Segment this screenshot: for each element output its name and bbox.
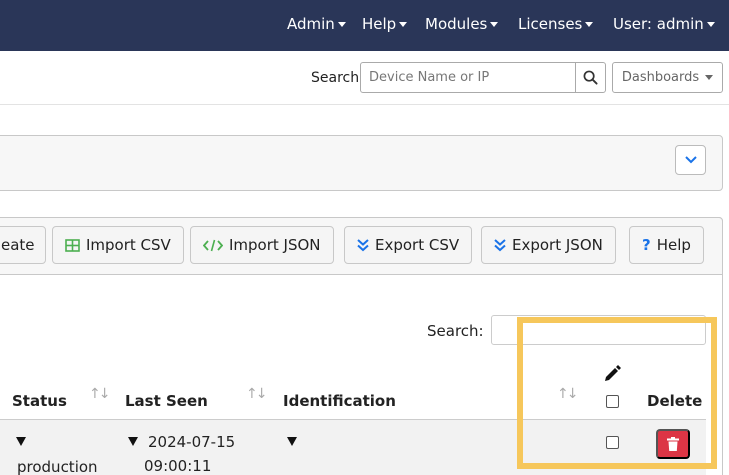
import-csv-label: Import CSV [86, 236, 171, 254]
sort-icon[interactable]: ↑↓ [246, 386, 268, 402]
nav-help-label: Help [362, 15, 397, 33]
nav-help-menu[interactable]: Help [362, 15, 408, 33]
table-search-label: Search: [427, 322, 484, 340]
search-icon [583, 70, 598, 85]
nav-user-menu[interactable]: User: admin [613, 15, 715, 33]
select-all-checkbox[interactable] [606, 395, 619, 408]
caret-down-icon [337, 22, 346, 27]
export-json-button[interactable]: Export JSON [481, 226, 616, 264]
double-chevron-down-icon [494, 239, 506, 252]
table-search-input[interactable] [491, 315, 706, 345]
sort-icon[interactable]: ↑↓ [89, 386, 111, 402]
nav-admin-label: Admin [287, 15, 335, 33]
nav-user-label: User: admin [613, 15, 704, 33]
last-seen-date: 2024-07-15 [148, 433, 236, 451]
nav-licenses-label: Licenses [518, 15, 583, 33]
double-chevron-down-icon [357, 239, 369, 252]
column-header-identification[interactable]: Identification [283, 392, 396, 410]
last-seen-time: 09:00:11 [144, 457, 212, 475]
table-icon [65, 238, 80, 252]
delete-row-button[interactable] [656, 429, 690, 459]
trash-icon [667, 437, 679, 451]
pencil-icon[interactable] [603, 363, 623, 383]
search-button[interactable] [575, 62, 606, 93]
expand-panel-button[interactable] [675, 145, 706, 175]
import-json-label: Import JSON [229, 236, 321, 254]
sort-icon[interactable]: ↑↓ [557, 386, 579, 402]
row-select-checkbox[interactable] [606, 436, 619, 449]
code-icon [203, 239, 223, 251]
create-button[interactable]: eate [0, 226, 46, 264]
column-header-status[interactable]: Status [12, 392, 67, 410]
nav-modules-label: Modules [425, 15, 488, 33]
table-row [0, 420, 706, 475]
export-csv-button[interactable]: Export CSV [344, 226, 473, 264]
collapsed-panel [0, 135, 723, 191]
top-navbar: Admin Help Modules Licenses User: admin [0, 0, 729, 51]
help-button[interactable]: ? Help [629, 226, 704, 264]
caret-down-icon [705, 75, 714, 80]
caret-down-icon [490, 22, 499, 27]
dashboards-label: Dashboards [621, 70, 700, 85]
device-search-input[interactable] [360, 62, 576, 93]
chevron-down-icon [684, 156, 697, 164]
dashboards-dropdown[interactable]: Dashboards [612, 62, 723, 93]
import-json-button[interactable]: Import JSON [190, 226, 334, 264]
search-label: Search [311, 70, 360, 86]
export-csv-label: Export CSV [375, 236, 460, 254]
column-header-delete: Delete [647, 392, 703, 410]
create-label: eate [1, 236, 35, 254]
import-csv-button[interactable]: Import CSV [52, 226, 184, 264]
nav-admin-menu[interactable]: Admin [287, 15, 346, 33]
nav-licenses-menu[interactable]: Licenses [518, 15, 594, 33]
filter-triangle-icon[interactable] [128, 437, 138, 446]
export-json-label: Export JSON [512, 236, 603, 254]
caret-down-icon [585, 22, 594, 27]
filter-triangle-icon[interactable] [287, 437, 297, 446]
caret-down-icon [399, 22, 408, 27]
help-label: Help [656, 236, 691, 254]
nav-modules-menu[interactable]: Modules [425, 15, 499, 33]
caret-down-icon [706, 22, 715, 27]
status-cell: production [17, 458, 98, 475]
column-header-last-seen[interactable]: Last Seen [125, 392, 208, 410]
divider [0, 104, 729, 105]
question-icon: ? [642, 236, 651, 254]
filter-triangle-icon[interactable] [16, 437, 26, 446]
